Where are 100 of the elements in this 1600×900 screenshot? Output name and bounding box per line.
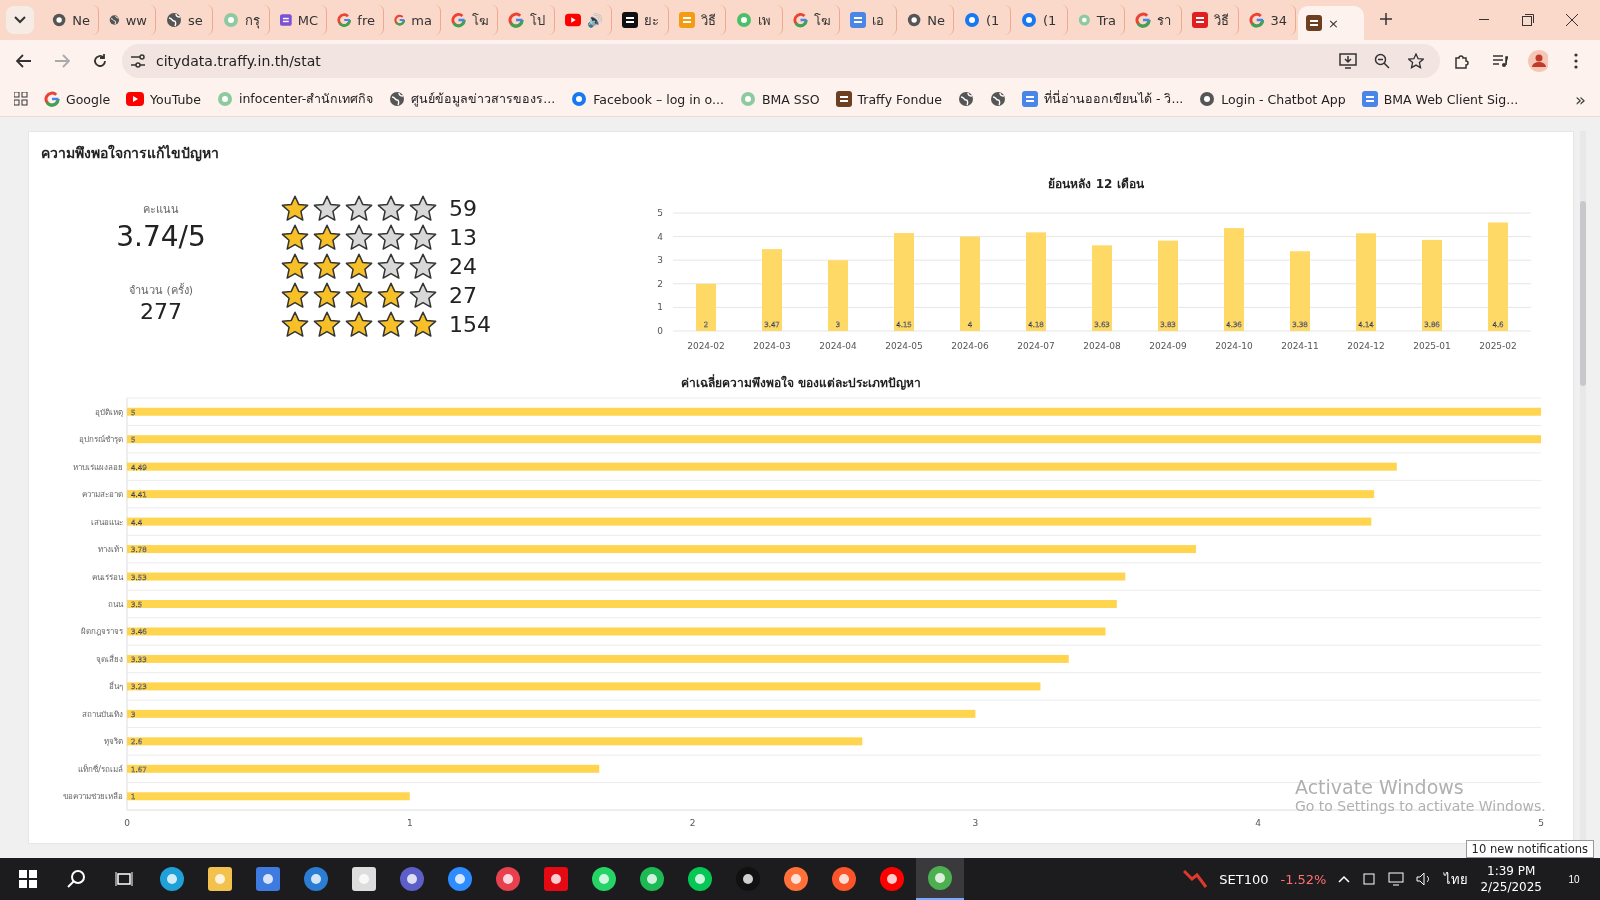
bookmark-item[interactable]: Traffy Fondue (835, 91, 942, 107)
star-icon (313, 223, 341, 251)
browser-tab[interactable]: วิธี (671, 5, 726, 35)
bookmark-item[interactable]: ศูนย์ข้อมูลข่าวสารของร... (389, 89, 556, 109)
ticker-change: -1.52% (1280, 871, 1327, 887)
browser-tab[interactable]: MC (272, 5, 327, 35)
axis-tick-label: 2 (689, 818, 696, 828)
browser-tab[interactable]: โฆ (785, 5, 840, 35)
axis-tick-label: 2025-02 (1479, 341, 1517, 351)
star-icon (281, 223, 309, 251)
axis-tick-label: 1 (657, 302, 663, 313)
minimize-icon (1479, 19, 1489, 21)
rating-count: 154 (449, 311, 491, 337)
browser-tab[interactable]: เอ (842, 5, 897, 35)
star-icon (345, 194, 373, 222)
category-label: จุดเสี่ยง (96, 654, 123, 664)
score-label: คะแนน (143, 202, 179, 218)
scrollbar-thumb[interactable] (1580, 201, 1586, 386)
ring-logo-icon (508, 12, 524, 28)
site-logo-icon (1021, 91, 1038, 107)
ring-logo-icon (337, 12, 352, 28)
arrow-left-icon (16, 54, 32, 68)
app-icon (304, 867, 328, 891)
category-label: ถนน (108, 600, 123, 609)
browser-tab[interactable]: 🔊 (557, 5, 612, 35)
chart-title: ค่าเฉลี่ยความพึงพอใจ ของแต่ละประเภทปัญหา (680, 373, 922, 392)
browser-tab[interactable]: Ne (899, 5, 954, 35)
bookmark-item[interactable] (989, 91, 1006, 107)
browser-tab[interactable]: fre (329, 5, 384, 35)
axis-tick-label: 2025-01 (1413, 341, 1451, 351)
axis-tick-label: 3 (657, 255, 663, 266)
zoom-out-icon (1374, 53, 1390, 69)
browser-tab[interactable]: โฆ (443, 5, 498, 35)
browser-tab[interactable]: (1 (1013, 5, 1068, 35)
category-label: สถานบันเทิง (82, 709, 123, 719)
axis-tick-label: 5 (657, 208, 663, 218)
monitor-download-icon (1339, 53, 1357, 69)
clock[interactable]: 1:39 PM 2/25/2025 (1480, 863, 1542, 895)
app-icon (400, 867, 424, 891)
tab-title: 🔊 (587, 12, 603, 28)
restore-icon (1522, 14, 1534, 26)
more-bookmarks-button[interactable]: » (1575, 88, 1586, 110)
app-icon (736, 867, 760, 891)
category-label: อุบัติเหตุ (95, 407, 123, 417)
browser-tab[interactable]: Ne (44, 5, 99, 35)
browser-tab[interactable]: se (158, 5, 213, 35)
taskbar-app[interactable] (916, 858, 964, 900)
bookmark-item[interactable]: BMA SSO (739, 91, 820, 107)
browser-tab[interactable]: ma (386, 5, 441, 35)
tab-search-button[interactable] (6, 6, 34, 34)
star-icon (313, 252, 341, 280)
browser-tab[interactable]: กรุ (215, 5, 270, 35)
star-icon (409, 252, 437, 280)
globe-icon (166, 12, 182, 28)
address-bar[interactable]: citydata.traffy.in.th/stat (122, 44, 1440, 78)
browser-tab[interactable]: เพ (728, 5, 783, 35)
bookmark-item[interactable]: ที่นี่อ่านออกเขียนได้ - วิ... (1021, 89, 1184, 109)
tab-title: × (1328, 15, 1339, 31)
browser-tab[interactable]: Tra (1070, 5, 1125, 35)
apps-grid-icon[interactable] (14, 92, 28, 106)
chevron-up-icon[interactable] (1338, 875, 1351, 883)
browser-tab[interactable]: วิธี (1184, 5, 1239, 35)
star-icon (409, 194, 437, 222)
site-logo-icon (964, 12, 980, 28)
app-icon (448, 867, 472, 891)
browser-tab[interactable]: โป (500, 5, 555, 35)
app-icon (832, 867, 856, 891)
bookmark-item[interactable]: BMA Web Client Sig... (1361, 91, 1519, 107)
browser-tab[interactable]: ยะ (614, 5, 669, 35)
bookmark-item[interactable]: Login - Chatbot App (1199, 91, 1346, 107)
site-logo-icon (1078, 12, 1091, 28)
browser-tab[interactable]: × (1298, 6, 1364, 40)
axis-tick-label: 4 (657, 231, 663, 242)
category-label: อุปกรณ์ชำรุด (79, 435, 123, 445)
bookmark-item[interactable]: YouTube (126, 91, 201, 107)
tab-title: โป (530, 11, 545, 30)
browser-tab[interactable]: (1 (956, 5, 1011, 35)
browser-tab[interactable]: รา (1127, 5, 1182, 35)
input-language[interactable]: ไทย (1444, 868, 1469, 890)
tab-title: กรุ (245, 11, 260, 31)
tab-title: เพ (758, 11, 771, 30)
app-icon (544, 867, 568, 891)
browser-tab[interactable]: ww (101, 5, 156, 35)
bookmark-item[interactable] (957, 91, 974, 107)
ring-logo-icon (44, 91, 60, 107)
bookmark-item[interactable]: Google (44, 91, 111, 107)
app-icon (496, 867, 520, 891)
rating-count: 27 (449, 282, 477, 308)
bookmark-item[interactable]: infocenter-สำนักเทศกิจ (216, 89, 374, 109)
bookmark-item[interactable]: Facebook – log in o... (571, 91, 724, 107)
axis-tick-label: 0 (124, 818, 130, 828)
app-icon (592, 867, 616, 891)
tab-title: โฆ (472, 11, 489, 30)
tab-title: Ne (927, 12, 945, 28)
star-icon (345, 252, 373, 280)
browser-tab[interactable]: 34 (1241, 5, 1296, 35)
notification-button[interactable]: 10 (1554, 859, 1594, 899)
play-logo-icon (565, 13, 581, 27)
notification-tooltip: 10 new notifications (1465, 840, 1594, 858)
tab-title: Ne (72, 12, 90, 28)
